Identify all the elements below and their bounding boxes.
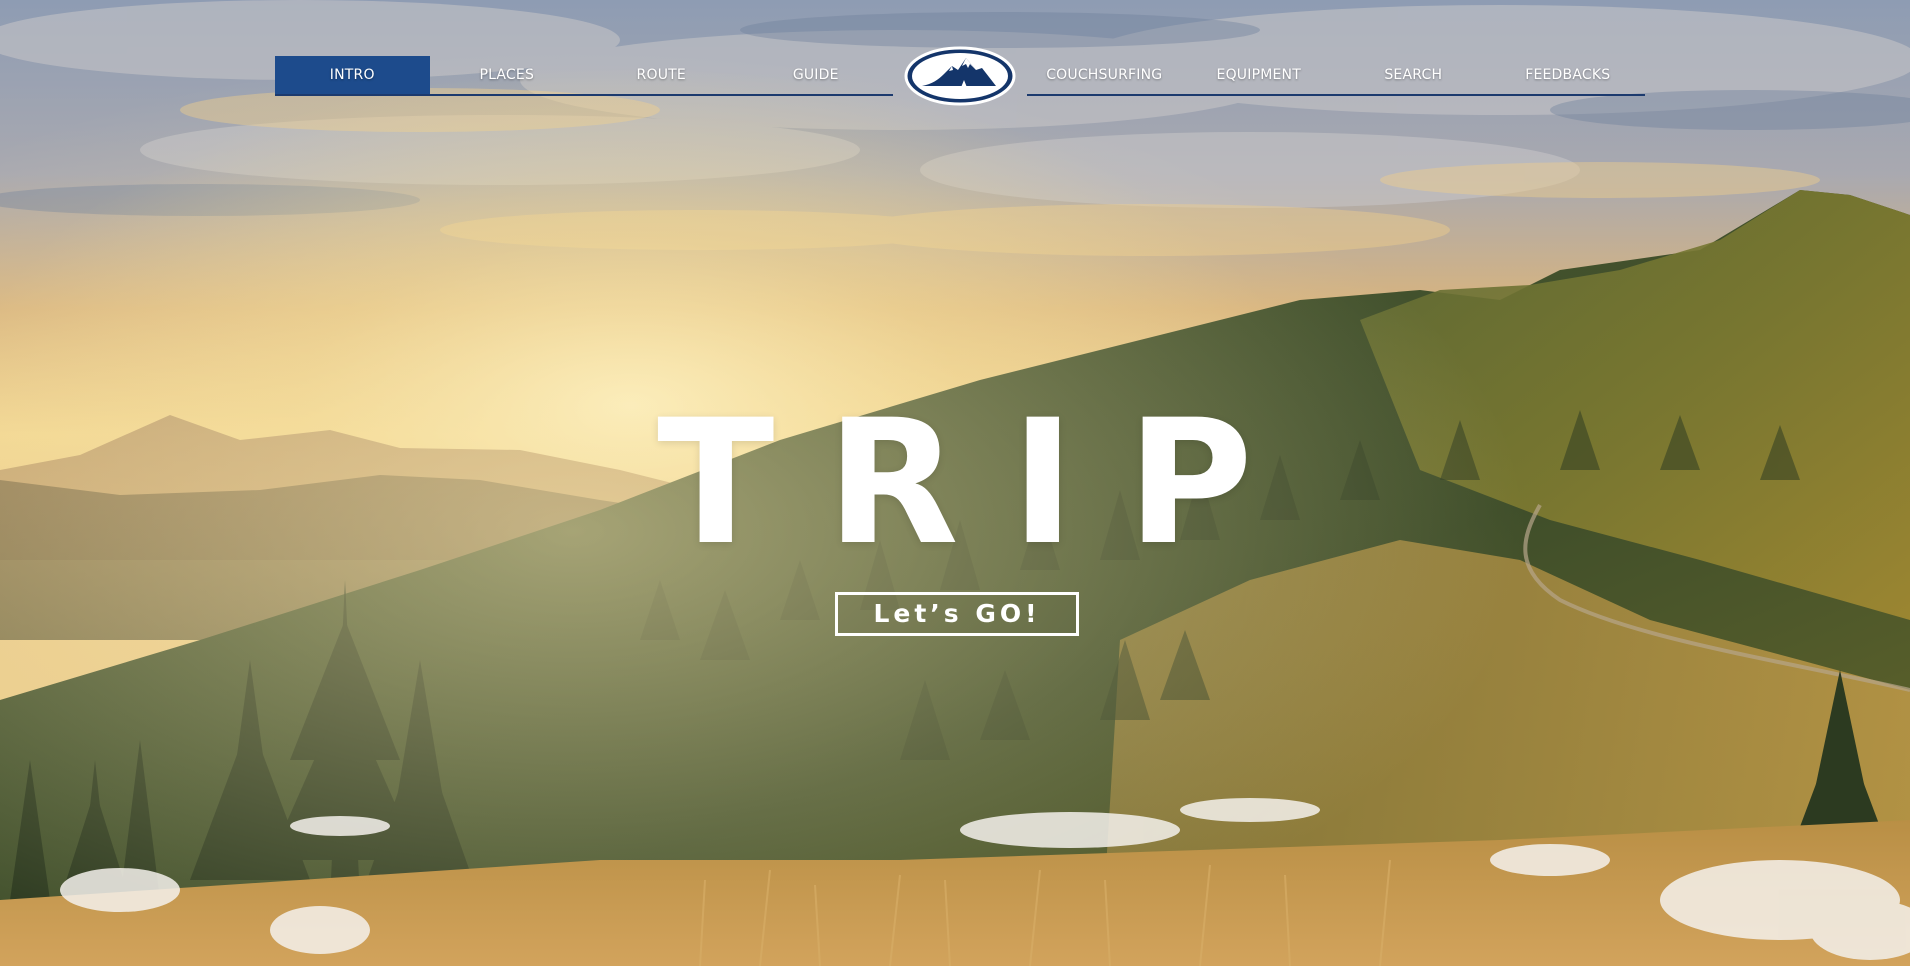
main-nav: INTRO PLACES ROUTE GUIDE COUCHSURFING EQ… xyxy=(275,46,1645,106)
nav-left-group: INTRO PLACES ROUTE GUIDE xyxy=(275,56,893,96)
nav-item-search[interactable]: SEARCH xyxy=(1336,56,1491,94)
lets-go-button[interactable]: Let’s GO! xyxy=(835,592,1079,636)
nav-right-group: COUCHSURFING EQUIPMENT SEARCH FEEDBACKS xyxy=(1027,56,1645,96)
mountain-logo-icon[interactable] xyxy=(904,46,1016,106)
nav-item-places[interactable]: PLACES xyxy=(430,56,585,94)
nav-item-route[interactable]: ROUTE xyxy=(584,56,739,94)
nav-item-couchsurfing[interactable]: COUCHSURFING xyxy=(1027,56,1182,94)
nav-item-guide[interactable]: GUIDE xyxy=(739,56,894,94)
hero-title: TRIP xyxy=(657,382,1305,584)
nav-item-equipment[interactable]: EQUIPMENT xyxy=(1182,56,1337,94)
nav-item-intro[interactable]: INTRO xyxy=(275,56,430,94)
nav-item-feedbacks[interactable]: FEEDBACKS xyxy=(1491,56,1646,94)
